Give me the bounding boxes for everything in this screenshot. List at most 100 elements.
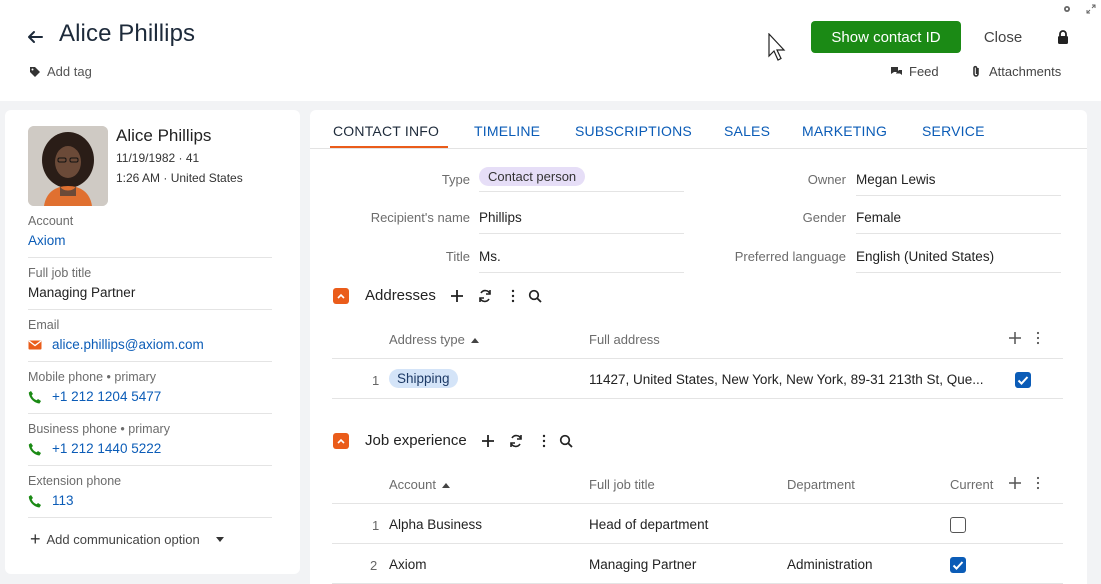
checkmark-icon xyxy=(1017,376,1029,385)
tab-timeline[interactable]: TIMELINE xyxy=(474,123,540,139)
tab-contact-info[interactable]: CONTACT INFO xyxy=(333,123,439,139)
plus-icon[interactable] xyxy=(481,434,495,448)
plus-icon: + xyxy=(30,529,41,549)
plus-icon[interactable] xyxy=(1008,331,1022,345)
tab-bar: CONTACT INFO TIMELINE SUBSCRIPTIONS SALE… xyxy=(310,110,1087,149)
checkmark-icon xyxy=(952,561,964,570)
mouse-cursor-icon xyxy=(768,33,786,61)
email-link[interactable]: alice.phillips@axiom.com xyxy=(52,337,204,352)
search-icon[interactable] xyxy=(528,289,542,303)
tab-subscriptions[interactable]: SUBSCRIPTIONS xyxy=(575,123,692,139)
collapse-toggle[interactable] xyxy=(333,287,349,304)
account-link[interactable]: Axiom xyxy=(389,557,427,572)
current-checkbox[interactable] xyxy=(950,517,966,533)
account-link[interactable]: Alpha Business xyxy=(389,517,482,532)
tab-marketing[interactable]: MARKETING xyxy=(802,123,887,139)
add-communication-option-button[interactable]: + Add communication option xyxy=(30,530,224,548)
plus-icon[interactable] xyxy=(1008,476,1022,490)
chevron-down-icon[interactable] xyxy=(215,536,224,542)
more-vertical-icon[interactable] xyxy=(506,289,520,303)
preferred-language-value[interactable]: English (United States) xyxy=(856,248,1061,273)
collapse-toggle[interactable] xyxy=(333,432,349,449)
gender-value[interactable]: Female xyxy=(856,209,1061,234)
tag-icon xyxy=(30,66,40,77)
more-vertical-icon[interactable] xyxy=(1031,476,1045,490)
email-label: Email xyxy=(28,318,60,332)
owner-link[interactable]: Megan Lewis xyxy=(856,171,1061,196)
attachments-button[interactable]: Attachments xyxy=(970,64,1061,79)
active-tab-indicator xyxy=(330,146,448,148)
extension-phone-label: Extension phone xyxy=(28,474,122,488)
tab-service[interactable]: SERVICE xyxy=(922,123,985,139)
business-phone-link[interactable]: +1 212 1440 5222 xyxy=(52,441,161,456)
department-cell[interactable]: Administration xyxy=(787,557,873,572)
type-value[interactable]: Contact person xyxy=(479,167,684,192)
job-title-label: Full job title xyxy=(28,266,92,280)
owner-label: Owner xyxy=(807,172,846,187)
column-header-department[interactable]: Department xyxy=(787,477,855,492)
add-tag-button[interactable]: Add tag xyxy=(29,64,92,79)
chevron-up-icon xyxy=(337,438,345,444)
attachments-label: Attachments xyxy=(989,64,1062,79)
tab-sales[interactable]: SALES xyxy=(724,123,770,139)
divider xyxy=(332,398,1063,399)
mobile-phone-link[interactable]: +1 212 1204 5477 xyxy=(52,389,161,404)
recipient-name-label: Recipient's name xyxy=(370,210,470,225)
column-header-address-type[interactable]: Address type xyxy=(389,332,479,347)
row-number: 2 xyxy=(370,558,378,573)
divider xyxy=(332,543,1063,544)
business-phone-field: Business phone • primary +1 212 1440 522… xyxy=(28,422,272,466)
job-title-cell[interactable]: Managing Partner xyxy=(589,557,696,572)
add-communication-label: Add communication option xyxy=(46,531,200,547)
job-title-cell[interactable]: Head of department xyxy=(589,517,708,532)
more-vertical-icon[interactable] xyxy=(537,434,551,448)
title-label: Title xyxy=(445,249,470,264)
job-title-value[interactable]: Managing Partner xyxy=(28,285,135,300)
business-phone-label: Business phone • primary xyxy=(28,422,170,436)
column-header-full-address[interactable]: Full address xyxy=(589,332,660,347)
primary-address-checkbox[interactable] xyxy=(1015,372,1031,388)
current-checkbox[interactable] xyxy=(950,557,966,573)
add-tag-label: Add tag xyxy=(47,64,92,79)
recipient-name-value[interactable]: Phillips xyxy=(479,209,684,234)
job-experience-section-header: Job experience xyxy=(333,432,573,449)
avatar[interactable] xyxy=(28,126,108,206)
full-address-cell[interactable]: 11427, United States, New York, New York… xyxy=(589,372,984,387)
refresh-icon[interactable] xyxy=(478,289,492,303)
account-field: Account Axiom xyxy=(28,214,272,258)
back-arrow-icon[interactable] xyxy=(26,28,44,46)
type-label: Type xyxy=(441,172,470,187)
show-contact-id-button[interactable]: Show contact ID xyxy=(811,21,961,53)
mobile-phone-label: Mobile phone • primary xyxy=(28,370,157,384)
shipping-chip: Shipping xyxy=(389,369,458,388)
title-value[interactable]: Ms. xyxy=(479,248,684,273)
account-link[interactable]: Axiom xyxy=(28,233,66,248)
row-number: 1 xyxy=(372,373,380,388)
divider xyxy=(332,358,1063,359)
expand-icon[interactable] xyxy=(1086,4,1096,14)
lock-icon[interactable] xyxy=(1056,29,1070,45)
extension-phone-field: Extension phone 113 xyxy=(28,474,272,518)
divider xyxy=(332,503,1063,504)
profile-card: Alice Phillips 11/19/1982 · 41 1:26 AM ·… xyxy=(5,110,300,574)
addresses-title: Addresses xyxy=(365,287,436,304)
column-header-account[interactable]: Account xyxy=(389,477,450,492)
address-type-cell[interactable]: Shipping xyxy=(389,369,458,388)
extension-phone-link[interactable]: 113 xyxy=(52,493,74,508)
search-icon[interactable] xyxy=(559,434,573,448)
feed-icon xyxy=(891,67,902,75)
feed-button[interactable]: Feed xyxy=(890,64,939,79)
column-header-full-job-title[interactable]: Full job title xyxy=(589,477,655,492)
refresh-icon[interactable] xyxy=(509,434,523,448)
plus-icon[interactable] xyxy=(450,289,464,303)
more-vertical-icon[interactable] xyxy=(1031,331,1045,345)
sort-ascending-icon xyxy=(470,338,479,344)
gear-icon[interactable] xyxy=(1062,4,1072,14)
chevron-up-icon xyxy=(337,293,345,299)
gender-label: Gender xyxy=(802,210,846,225)
details-card: CONTACT INFO TIMELINE SUBSCRIPTIONS SALE… xyxy=(310,110,1087,584)
close-button[interactable]: Close xyxy=(970,21,1036,53)
job-title-field: Full job title Managing Partner xyxy=(28,266,272,310)
column-header-current[interactable]: Current xyxy=(950,477,993,492)
page-header: Alice Phillips Add tag Show contact ID C… xyxy=(0,0,1101,101)
